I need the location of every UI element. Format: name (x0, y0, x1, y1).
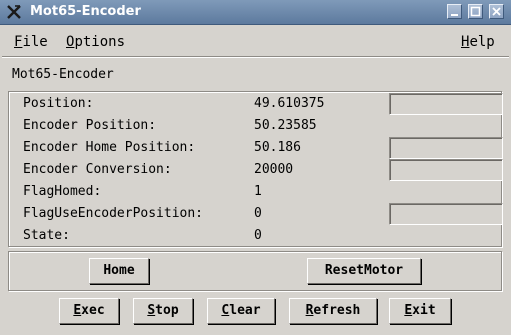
window-title: Mot65-Encoder (30, 4, 141, 19)
value-encoder-home-position: 50.186 (254, 140, 301, 155)
label-state: State: (23, 228, 70, 243)
label-encoder-home-position: Encoder Home Position: (23, 140, 196, 155)
exec-button[interactable]: Exec (59, 298, 119, 324)
reset-motor-button[interactable]: ResetMotor (307, 258, 421, 284)
section-title: Mot65-Encoder (12, 67, 114, 82)
status-panel: Position: 49.610375 Encoder Position: 50… (8, 91, 503, 247)
stop-button[interactable]: Stop (133, 298, 193, 324)
encoder-conversion-entry[interactable] (389, 159, 503, 181)
menu-help[interactable]: Help (461, 34, 495, 50)
x-logo-icon[interactable] (6, 4, 22, 20)
value-position: 49.610375 (254, 96, 325, 111)
home-button[interactable]: Home (89, 258, 149, 284)
minimize-icon[interactable] (447, 4, 462, 19)
menu-options[interactable]: Options (66, 34, 125, 50)
value-state: 0 (254, 228, 262, 243)
value-encoder-position: 50.23585 (254, 118, 317, 133)
label-flag-use-encoder-position: FlagUseEncoderPosition: (23, 206, 204, 221)
close-icon[interactable] (489, 4, 504, 19)
value-flag-use-encoder-position: 0 (254, 206, 262, 221)
maximize-icon[interactable] (468, 4, 483, 19)
clear-button[interactable]: Clear (207, 298, 275, 324)
flag-use-encoder-position-entry[interactable] (389, 203, 503, 225)
label-encoder-position: Encoder Position: (23, 118, 157, 133)
title-bar[interactable]: Mot65-Encoder (0, 0, 511, 25)
label-encoder-conversion: Encoder Conversion: (23, 162, 172, 177)
motor-button-panel: Home ResetMotor (8, 251, 502, 291)
refresh-button[interactable]: Refresh (289, 298, 377, 324)
label-flag-homed: FlagHomed: (23, 184, 102, 199)
menu-bar: File Options Help (2, 27, 509, 57)
exit-button[interactable]: Exit (389, 298, 451, 324)
value-flag-homed: 1 (254, 184, 262, 199)
label-position: Position: (23, 96, 94, 111)
position-entry[interactable] (389, 93, 503, 115)
menu-file[interactable]: File (14, 34, 48, 50)
value-encoder-conversion: 20000 (254, 162, 294, 177)
encoder-home-position-entry[interactable] (389, 137, 503, 159)
